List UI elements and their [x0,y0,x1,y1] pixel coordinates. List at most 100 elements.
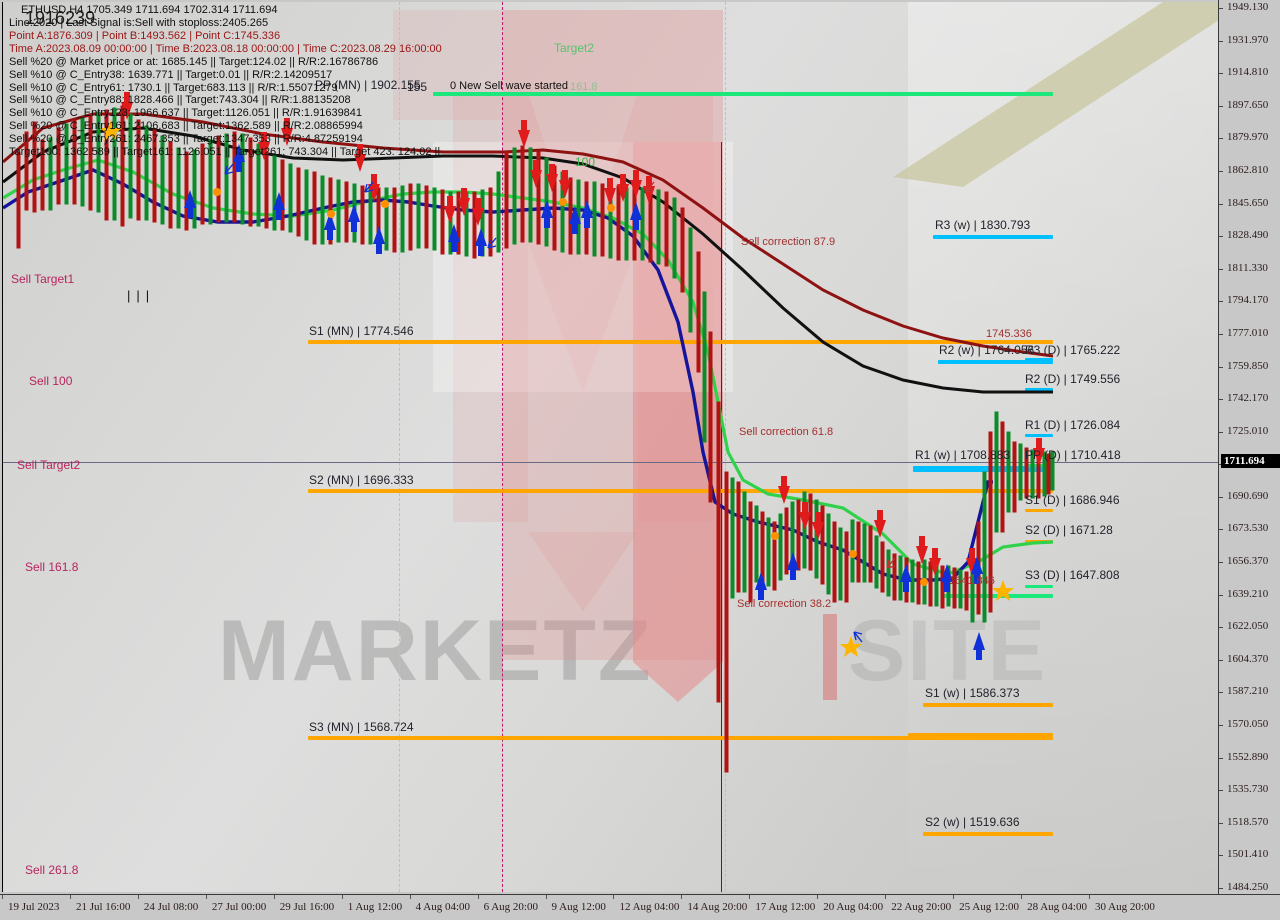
time-axis-tick-label: 27 Jul 00:00 [211,901,267,913]
info-line-8: Sell %20 @ C_Entry161: 2106.683 || Targe… [9,120,363,133]
pivot-label-r3-d: R3 (D) | 1765.222 [1025,343,1121,357]
price-axis-tick-mark [1219,170,1223,172]
price-axis-tick-label: 1639.210 [1227,587,1269,600]
price-axis-tick-label: 1879.970 [1227,131,1269,144]
price-axis-tick-mark [1219,529,1223,531]
price-axis-tick-label: 1845.650 [1227,196,1269,209]
pivot-label-r2-d: R2 (D) | 1749.556 [1025,372,1121,386]
price-axis-tick-label: 1690.690 [1227,489,1269,502]
price-axis-tick-label: 1914.810 [1227,66,1269,79]
price-axis-tick-mark [1219,692,1223,694]
time-axis-tick-mark [477,895,479,899]
price-axis-tick-mark [1219,40,1223,42]
price-axis-tick-mark [1219,659,1223,661]
pivot-label-r3-w: R3 (w) | 1830.793 [935,218,1031,232]
price-axis-tick-label: 1622.050 [1227,620,1269,633]
time-axis-tick-mark [749,895,751,899]
time-axis-tick-label: 6 Aug 20:00 [483,901,538,913]
time-axis-tick-mark [137,895,139,899]
price-axis-tick-label: 1949.130 [1227,1,1269,13]
anno-1618: 161.8 [570,81,598,93]
time-axis-tick-label: 30 Aug 20:00 [1095,901,1155,913]
price-axis-tick-mark [1219,496,1223,498]
price-axis-tick-label: 1552.890 [1227,750,1269,763]
time-axis-tick-label: 19 Jul 2023 [8,901,60,913]
pivot-label-s1-w: S1 (w) | 1586.373 [925,686,1020,700]
time-axis-tick-label: 25 Aug 12:00 [959,901,1020,913]
signal-info-panel: Line:2020 | Last Signal is:Sell with sto… [9,4,442,159]
pivot-label-pp-d: PP (D) | 1710.418 [1025,448,1121,462]
chart-window: MARKETZ SITE PP (MN) | 1902.155 S1 (MN) … [0,0,1280,920]
time-axis-tick-mark [613,895,615,899]
info-line-0: Line:2020 | Last Signal is:Sell with sto… [9,17,269,29]
time-axis-tick-mark [69,895,71,899]
info-line-4: Sell %10 @ C_Entry38: 1639.771 || Target… [9,68,333,81]
price-axis-tick-mark [1219,431,1223,433]
anno-sell-correction-618: Sell correction 61.8 [739,426,834,438]
price-axis-tick-label: 1897.650 [1227,98,1269,111]
price-axis-tick-mark [1219,301,1223,303]
time-axis-tick-mark [885,895,887,899]
time-axis-tick-label: 17 Aug 12:00 [755,901,816,913]
price-axis-tick-label: 1501.410 [1227,848,1269,861]
time-axis-tick-mark [341,895,343,899]
price-axis-tick-mark [1219,725,1223,727]
time-axis-tick-label: 9 Aug 12:00 [551,901,606,913]
time-axis-tick-label: 20 Aug 04:00 [823,901,884,913]
price-axis-tick-mark [1219,790,1223,792]
time-axis-tick-label: 21 Jul 16:00 [75,901,131,913]
pivot-label-r1-w: R1 (w) | 1708.883 [915,448,1011,462]
price-axis-tick-mark [1219,757,1223,759]
info-line-10: Target100: 1362.589 || Target161: 1126.0… [9,146,441,159]
price-axis-tick-mark [1219,105,1223,107]
anno-sell-correction-879: Sell correction 87.9 [741,236,836,248]
price-axis-tick-label: 1518.570 [1227,815,1269,828]
price-axis-tick-mark [1219,562,1223,564]
left-label-sell-100: Sell 100 [29,374,73,388]
anno-100: 100 [575,155,596,169]
price-axis-tick-label: 1794.170 [1227,294,1269,307]
time-axis-tick-mark [681,895,683,899]
price-chart-canvas[interactable]: MARKETZ SITE PP (MN) | 1902.155 S1 (MN) … [2,2,1219,892]
price-axis-tick-mark [1219,8,1223,9]
info-line-3: Sell %20 @ Market price or at: 1685.145 … [9,55,379,68]
price-axis-tick-mark [1219,203,1223,205]
price-axis-tick-mark [1219,822,1223,824]
left-label-sell-target2: Sell Target2 [17,458,81,472]
pivot-label-s3-mn: S3 (MN) | 1568.724 [309,720,414,734]
time-axis-tick-label: 29 Jul 16:00 [279,901,335,913]
info-line-1: Point A:1876.309 | Point B:1493.562 | Po… [9,29,281,42]
anno-price-1745: 1745.336 [986,328,1032,340]
symbol-title: ETHUSD,H4 1705.349 1711.694 1702.314 171… [21,4,278,16]
time-axis-tick-mark [273,895,275,899]
info-line-6: Sell %10 @ C_Entry88: 1828.466 || Target… [9,94,351,107]
price-axis-tick-mark [1219,594,1223,596]
time-axis-tick-label: 1 Aug 12:00 [347,901,403,913]
pivot-label-r2-w: R2 (w) | 1764.056 [939,343,1035,357]
price-axis-tick-label: 1604.370 [1227,652,1269,665]
price-axis-tick-mark [1219,268,1223,270]
time-axis-tick-label: 22 Aug 20:00 [891,901,952,913]
anno-target2: Target2 [554,41,595,55]
time-axis-tick-mark [953,895,955,899]
price-axis-tick-label: 1673.530 [1227,522,1269,535]
time-axis[interactable]: 19 Jul 2023 21 Jul 16:00 24 Jul 08:00 27 Ju… [0,894,1280,920]
time-axis-tick-label: 28 Aug 04:00 [1027,901,1087,913]
info-line-5: Sell %10 @ C_Entry61: 1730.1 || Target:6… [9,81,338,94]
anno-price-1641: 1641.846 [949,575,995,587]
time-axis-tick-mark [205,895,207,899]
time-axis-tick-mark [2,895,3,899]
anno-new-sell-wave: 0 New Sell wave started [450,80,568,92]
price-axis-tick-mark [1219,333,1223,335]
price-axis-tick-label: 1759.850 [1227,359,1269,372]
info-line-7: Sell %10 @ C_Entry123: 1966.637 || Targe… [9,107,363,120]
price-axis-tick-label: 1742.170 [1227,392,1269,405]
price-axis-tick-mark [1219,138,1223,140]
left-label-sell-2618: Sell 261.8 [25,863,79,877]
pivot-label-r1-d: R1 (D) | 1726.084 [1025,418,1121,432]
price-axis-tick-label: 1587.210 [1227,685,1269,698]
price-axis[interactable]: 1949.130 1931.970 1914.810 1897.650 1879.970… [1218,0,1280,894]
time-axis-tick-mark [545,895,547,899]
price-axis-tick-label: 1811.330 [1227,261,1268,274]
time-axis-tick-label: 24 Jul 08:00 [143,901,199,913]
